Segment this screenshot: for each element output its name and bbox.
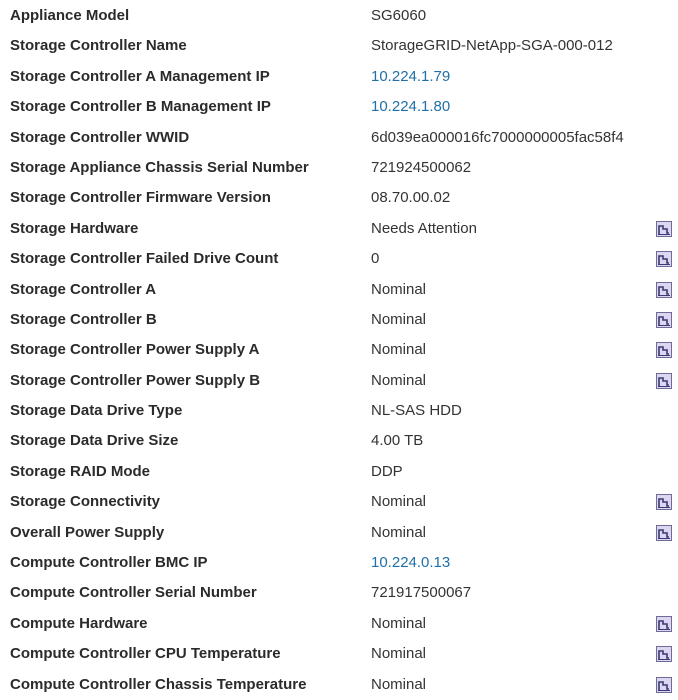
row-value: 4.00 TB [371, 432, 424, 450]
row-appliance-model: Appliance Model SG6060 [0, 1, 678, 31]
row-value: DDP [371, 462, 403, 480]
row-compute-controller-chassis-temperature: Compute Controller Chassis Temperature No… [0, 670, 678, 700]
row-storage-data-drive-size: Storage Data Drive Size 4.00 TB [0, 426, 678, 456]
row-value: 721917500067 [371, 584, 472, 602]
row-overall-power-supply: Overall Power Supply Nominal [0, 518, 678, 548]
row-storage-data-drive-type: Storage Data Drive Type NL-SAS HDD [0, 396, 678, 426]
chart-icon[interactable] [656, 342, 672, 359]
chart-icon[interactable] [656, 494, 672, 511]
appliance-details-table: Appliance Model SG6060 Storage Controller … [0, 1, 678, 700]
row-label: Compute Controller BMC IP [10, 554, 208, 572]
row-value: Nominal [371, 645, 427, 663]
row-storage-controller-firmware-version: Storage Controller Firmware Version 08.70… [0, 183, 678, 213]
row-label: Storage Controller Power Supply A [10, 341, 260, 359]
row-label: Compute Hardware [10, 614, 148, 632]
row-label: Storage Controller Failed Drive Count [10, 250, 279, 268]
row-label: Appliance Model [10, 7, 130, 24]
row-storage-controller-power-supply-b: Storage Controller Power Supply B Nominal [0, 366, 678, 396]
row-label: Storage Controller WWID [10, 128, 190, 146]
chart-icon[interactable] [656, 646, 672, 663]
row-value: StorageGRID-NetApp-SGA-000-012 [371, 37, 613, 55]
row-storage-controller-power-supply-a: Storage Controller Power Supply A Nominal [0, 335, 678, 365]
row-label: Compute Controller Serial Number [10, 584, 257, 602]
row-label: Storage Controller Firmware Version [10, 189, 271, 207]
row-storage-controller-b-management-ip: Storage Controller B Management IP 10.224… [0, 92, 678, 122]
row-value: Nominal [371, 341, 427, 359]
row-compute-controller-cpu-temperature: Compute Controller CPU Temperature Nomina… [0, 639, 678, 669]
row-label: Overall Power Supply [10, 523, 165, 541]
row-label: Storage RAID Mode [10, 462, 151, 480]
row-value: 6d039ea000016fc7000000005fac58f4 [371, 128, 624, 146]
row-value: SG6060 [371, 7, 427, 24]
row-compute-hardware: Compute Hardware Nominal [0, 609, 678, 639]
row-storage-controller-wwid: Storage Controller WWID 6d039ea000016fc70… [0, 123, 678, 153]
row-value: Nominal [371, 371, 427, 389]
row-label: Storage Appliance Chassis Serial Number [10, 158, 309, 176]
row-label: Storage Hardware [10, 219, 139, 237]
row-value: 0 [371, 250, 380, 268]
row-storage-hardware: Storage Hardware Needs Attention [0, 214, 678, 244]
row-value-link[interactable]: 10.224.0.13 [371, 548, 450, 578]
row-label: Storage Controller Name [10, 37, 187, 55]
row-label: Storage Data Drive Size [10, 432, 179, 450]
row-value: Nominal [371, 614, 427, 632]
row-label: Storage Controller B [10, 310, 157, 328]
row-value: Nominal [371, 523, 427, 541]
row-compute-controller-bmc-ip: Compute Controller BMC IP 10.224.0.13 [0, 548, 678, 578]
row-value: Nominal [371, 675, 427, 693]
row-storage-connectivity: Storage Connectivity Nominal [0, 487, 678, 517]
chart-icon[interactable] [656, 615, 672, 632]
chart-icon[interactable] [656, 311, 672, 328]
row-value: Nominal [371, 493, 427, 511]
row-value-link[interactable]: 10.224.1.79 [371, 62, 450, 92]
chart-icon[interactable] [656, 281, 672, 298]
row-value: NL-SAS HDD [371, 402, 462, 420]
row-compute-controller-serial-number: Compute Controller Serial Number 72191750… [0, 578, 678, 608]
row-label: Storage Connectivity [10, 493, 161, 511]
row-label: Storage Controller Power Supply B [10, 371, 261, 389]
row-value: 721924500062 [371, 158, 472, 176]
chart-icon[interactable] [656, 251, 672, 268]
row-value: Needs Attention [371, 219, 477, 237]
chart-icon[interactable] [656, 676, 672, 693]
row-label: Compute Controller CPU Temperature [10, 645, 281, 663]
chart-icon[interactable] [656, 524, 672, 541]
row-value: Nominal [371, 310, 427, 328]
row-value: Nominal [371, 280, 427, 298]
row-label: Storage Controller B Management IP [10, 98, 271, 116]
row-storage-controller-b: Storage Controller B Nominal [0, 305, 678, 335]
row-storage-controller-failed-drive-count: Storage Controller Failed Drive Count 0 [0, 244, 678, 274]
row-storage-controller-name: Storage Controller Name StorageGRID-NetAp… [0, 31, 678, 61]
row-label: Storage Controller A [10, 280, 157, 298]
row-value-link[interactable]: 10.224.1.80 [371, 92, 450, 122]
row-storage-controller-a: Storage Controller A Nominal [0, 275, 678, 305]
row-label: Compute Controller Chassis Temperature [10, 675, 307, 693]
row-label: Storage Controller A Management IP [10, 67, 270, 85]
chart-icon[interactable] [656, 372, 672, 389]
row-storage-raid-mode: Storage RAID Mode DDP [0, 457, 678, 487]
row-storage-appliance-chassis-serial-number: Storage Appliance Chassis Serial Number 7… [0, 153, 678, 183]
chart-icon[interactable] [656, 220, 672, 237]
row-value: 08.70.00.02 [371, 189, 451, 207]
row-label: Storage Data Drive Type [10, 402, 183, 420]
row-storage-controller-a-management-ip: Storage Controller A Management IP 10.224… [0, 62, 678, 92]
